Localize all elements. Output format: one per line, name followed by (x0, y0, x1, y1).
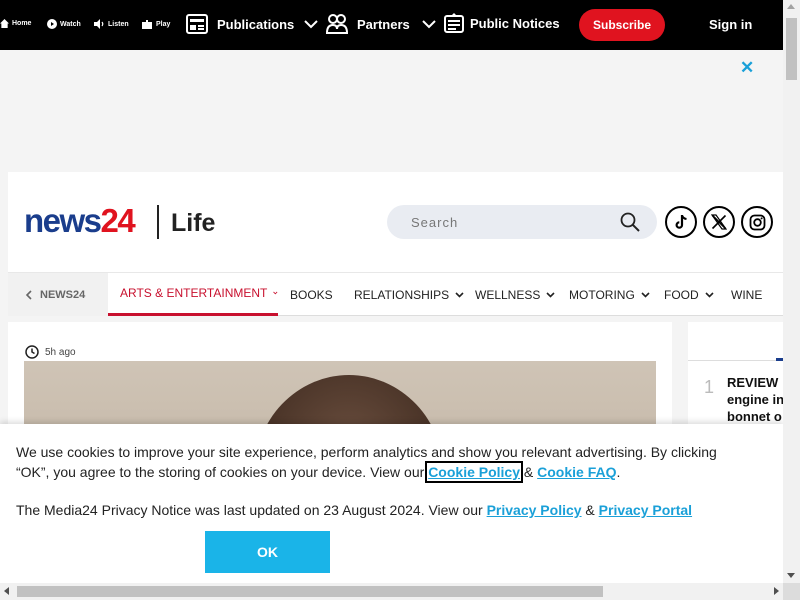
public-notices-link[interactable]: Public Notices (444, 13, 560, 33)
nav-item-motoring[interactable]: MOTORING (569, 273, 650, 316)
nav-item-label: WINE (731, 287, 763, 302)
back-label: NEWS24 (40, 288, 86, 301)
search-placeholder: Search (411, 215, 459, 230)
back-to-news24-link[interactable]: NEWS24 (8, 273, 108, 316)
sidebar-tab-indicator (776, 358, 783, 361)
nav-item-wine[interactable]: WINE (731, 273, 762, 316)
headline-line: bonnet o (727, 409, 782, 424)
nav-item-label: MOTORING (569, 287, 635, 302)
scroll-down-arrow-icon[interactable] (787, 573, 795, 578)
article-timestamp: 5h ago (25, 345, 76, 359)
home-label: Home (12, 20, 32, 27)
logo-24-text: 24 (100, 202, 136, 239)
logo-divider (157, 205, 159, 239)
notice-board-icon (444, 13, 464, 33)
chevron-down-icon (546, 291, 555, 298)
listen-link[interactable]: Listen (94, 19, 129, 29)
newspaper-icon (186, 14, 208, 34)
section-title[interactable]: Life (171, 209, 215, 238)
nav-item-arts-entertainment[interactable]: ARTS & ENTERTAINMENT (108, 273, 278, 316)
chevron-down-icon (422, 20, 436, 29)
nav-item-food[interactable]: FOOD (664, 273, 714, 316)
close-ad-icon[interactable]: ✕ (740, 58, 754, 78)
cookie-message: We use cookies to improve your site expe… (16, 442, 746, 483)
nav-item-relationships[interactable]: RELATIONSHIPS (354, 273, 464, 316)
ok-button[interactable]: OK (205, 531, 330, 573)
section-navigation: NEWS24 ARTS & ENTERTAINMENT BOOKS RELATI… (8, 272, 783, 316)
cookie-policy-link[interactable]: Cookie Policy (425, 461, 523, 483)
clock-icon (25, 345, 39, 359)
play-link[interactable]: Play (142, 19, 170, 29)
scroll-up-arrow-icon[interactable] (787, 4, 795, 9)
sidebar-divider (688, 360, 783, 361)
watch-label: Watch (60, 20, 81, 28)
ampersand: & (581, 502, 599, 518)
chevron-down-icon (705, 291, 714, 298)
privacy-policy-link[interactable]: Privacy Policy (487, 502, 582, 518)
privacy-notice: The Media24 Privacy Notice was last upda… (16, 502, 692, 518)
logo-news-text: news (24, 202, 102, 239)
nav-item-wellness[interactable]: WELLNESS (475, 273, 555, 316)
nav-item-label: WELLNESS (475, 287, 541, 302)
privacy-notice-text: The Media24 Privacy Notice was last upda… (16, 502, 487, 518)
privacy-portal-link[interactable]: Privacy Portal (599, 502, 692, 518)
headline-line: engine in (727, 392, 785, 407)
trending-rank: 1 (704, 377, 715, 397)
puzzle-icon (142, 20, 152, 29)
home-icon (0, 19, 9, 28)
home-link[interactable]: Home (0, 19, 31, 28)
nav-item-label: RELATIONSHIPS (354, 287, 450, 302)
partners-menu[interactable]: Partners (326, 13, 436, 35)
search-icon[interactable] (620, 212, 640, 237)
horizontal-scroll-thumb[interactable] (17, 586, 603, 597)
time-ago-label: 5h ago (45, 346, 76, 358)
public-notices-label: Public Notices (470, 15, 560, 31)
people-icon (326, 14, 348, 34)
chevron-down-icon (304, 20, 319, 29)
scroll-right-arrow-icon[interactable] (774, 587, 779, 595)
nav-item-books[interactable]: BOOKS (290, 273, 333, 316)
publications-label: Publications (217, 16, 295, 32)
scroll-left-arrow-icon[interactable] (4, 587, 9, 595)
listen-label: Listen (108, 20, 129, 28)
chevron-left-icon (25, 289, 32, 300)
horizontal-scrollbar[interactable] (0, 583, 783, 600)
watch-link[interactable]: Watch (47, 19, 81, 29)
vertical-scrollbar[interactable] (783, 0, 800, 583)
speaker-icon (94, 19, 104, 29)
chevron-down-icon (455, 291, 464, 298)
top-navigation-bar: Home Watch Listen Play Publications Part… (0, 0, 783, 50)
site-header: news24 Life Search (8, 172, 783, 272)
subscribe-button[interactable]: Subscribe (579, 9, 665, 41)
play-circle-icon (47, 19, 57, 29)
instagram-icon[interactable] (741, 206, 773, 238)
x-twitter-icon[interactable] (703, 206, 735, 238)
period: . (616, 464, 621, 480)
trending-headline-link[interactable]: REVIEW engine in bonnet o (727, 374, 787, 425)
tiktok-icon[interactable] (665, 206, 697, 238)
nav-item-label: BOOKS (290, 287, 333, 302)
nav-item-label: ARTS & ENTERTAINMENT (120, 286, 268, 300)
chevron-down-icon (641, 291, 650, 298)
cookie-consent-banner: We use cookies to improve your site expe… (0, 424, 783, 584)
play-label: Play (156, 20, 171, 28)
news24-logo[interactable]: news24 (24, 202, 136, 240)
publications-menu[interactable]: Publications (186, 14, 319, 34)
vertical-scroll-thumb[interactable] (786, 18, 797, 80)
partners-label: Partners (357, 16, 410, 32)
search-input[interactable]: Search (387, 205, 657, 239)
cookie-faq-link[interactable]: Cookie FAQ (537, 464, 616, 480)
nav-item-label: FOOD (664, 287, 699, 302)
chevron-down-icon (273, 291, 278, 295)
scrollbar-corner (783, 583, 800, 600)
ampersand: & (520, 464, 538, 480)
sign-in-link[interactable]: Sign in (709, 17, 752, 32)
headline-line: REVIEW (727, 375, 779, 390)
